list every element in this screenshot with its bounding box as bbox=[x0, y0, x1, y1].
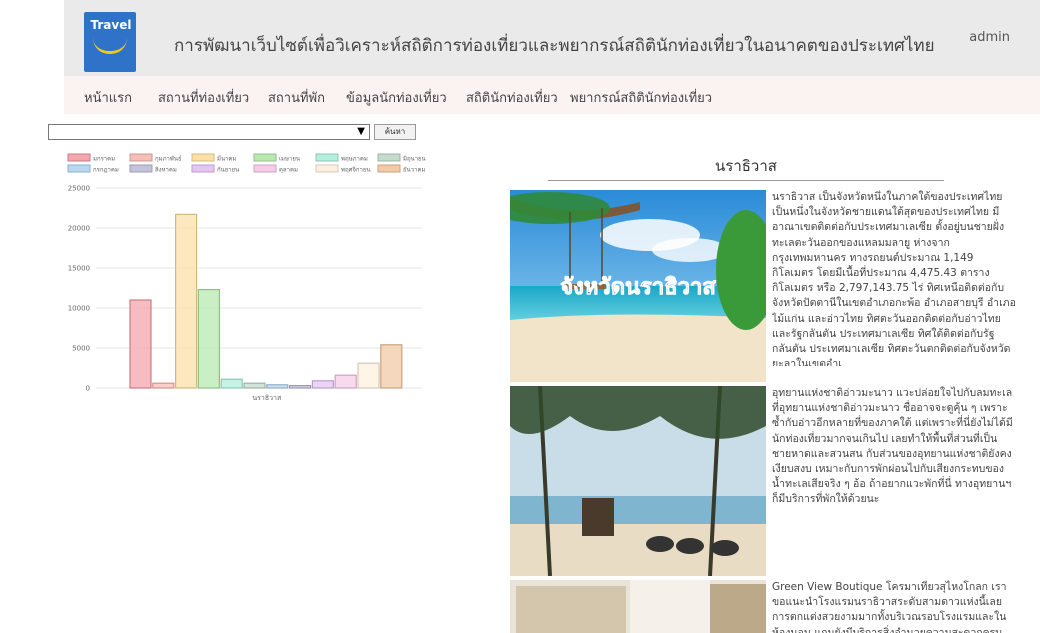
legend-label[interactable]: เมษายน bbox=[279, 156, 300, 163]
legend-label[interactable]: สิงหาคม bbox=[155, 167, 177, 174]
bar-12[interactable] bbox=[380, 344, 403, 389]
bar-3[interactable] bbox=[174, 213, 198, 389]
user-menu[interactable]: admin bbox=[969, 30, 1010, 45]
bar-11[interactable] bbox=[357, 362, 380, 389]
legend-label[interactable]: พฤษภาคม bbox=[341, 156, 368, 163]
title-divider bbox=[548, 180, 944, 181]
legend-label[interactable]: กุมภาพันธ์ bbox=[155, 155, 182, 163]
legend-swatch[interactable] bbox=[191, 164, 215, 173]
travel-logo[interactable]: Travel bbox=[84, 12, 136, 72]
hotel-image bbox=[510, 580, 766, 633]
main-nav: หน้าแรก สถานที่ท่องเที่ยว สถานที่พัก ข้อ… bbox=[64, 76, 1040, 114]
legend-label[interactable]: กรกฎาคม bbox=[93, 167, 119, 174]
bar-2[interactable] bbox=[152, 382, 175, 389]
image-caption: จังหวัดนราธิวาส bbox=[560, 275, 716, 300]
legend-swatch[interactable] bbox=[67, 153, 91, 162]
legend-label[interactable]: ตุลาคม bbox=[279, 167, 298, 174]
y-tick-label: 5000 bbox=[72, 345, 90, 353]
legend-swatch[interactable] bbox=[377, 153, 401, 162]
park-image bbox=[510, 386, 766, 576]
logo-swoosh-icon bbox=[93, 38, 127, 54]
nav-accommodation[interactable]: สถานที่พัก bbox=[268, 87, 325, 108]
bar-8[interactable] bbox=[289, 385, 312, 389]
search-button[interactable]: ค้นหา bbox=[374, 124, 416, 140]
province-description: นราธิวาส เป็นจังหวัดหนึ่งในภาคใต้ของประเ… bbox=[772, 191, 1016, 366]
logo-text: Travel bbox=[90, 18, 132, 32]
y-tick-label: 0 bbox=[86, 385, 90, 393]
bar-10[interactable] bbox=[334, 374, 357, 389]
legend-label[interactable]: กันยายน bbox=[217, 167, 239, 174]
legend-label[interactable]: พฤศจิกายน bbox=[341, 167, 371, 174]
legend-label[interactable]: มกราคม bbox=[93, 156, 115, 163]
y-tick-label: 15000 bbox=[68, 265, 90, 273]
province-image: จังหวัดนราธิวาส bbox=[510, 190, 766, 382]
nav-attractions[interactable]: สถานที่ท่องเที่ยว bbox=[158, 87, 249, 108]
nav-forecast[interactable]: พยากรณ์สถิตินักท่องเที่ยว bbox=[570, 87, 712, 108]
legend-label[interactable]: มิถุนายน bbox=[403, 156, 426, 163]
header-bar: Travel การพัฒนาเว็บไซต์เพื่อวิเคราะห์สถิ… bbox=[64, 0, 1040, 76]
park-description: อุทยานแห่งชาติอ่าวมะนาว แวะปล่อยใจไปกับล… bbox=[772, 387, 1013, 506]
bar-4[interactable] bbox=[197, 289, 220, 389]
nav-tourist-data[interactable]: ข้อมูลนักท่องเที่ยว bbox=[346, 87, 447, 108]
beach-pines-image bbox=[510, 386, 766, 576]
x-category-label: นราธิวาส bbox=[252, 394, 282, 402]
province-title: นราธิวาส bbox=[715, 157, 777, 175]
y-tick-label: 10000 bbox=[68, 305, 90, 313]
y-tick-label: 20000 bbox=[68, 225, 90, 233]
nav-home[interactable]: หน้าแรก bbox=[84, 87, 132, 108]
bar-5[interactable] bbox=[220, 378, 243, 389]
legend-swatch[interactable] bbox=[253, 164, 277, 173]
legend-swatch[interactable] bbox=[253, 153, 277, 162]
y-tick-label: 25000 bbox=[68, 185, 90, 193]
legend-label[interactable]: มีนาคม bbox=[217, 155, 236, 163]
legend-label[interactable]: ธันวาคม bbox=[403, 167, 426, 174]
bar-chart: มกราคม กุมภาพันธ์ มีนาคม เมษายน พฤษภาคม มิถุน… bbox=[67, 153, 426, 402]
site-title: การพัฒนาเว็บไซต์เพื่อวิเคราะห์สถิติการท่… bbox=[174, 36, 935, 56]
bar-6[interactable] bbox=[243, 382, 266, 389]
bar-1[interactable] bbox=[129, 299, 152, 389]
hotel-room-image bbox=[510, 580, 766, 633]
legend-swatch[interactable] bbox=[129, 164, 153, 173]
beach-swing-image: จังหวัดนราธิวาส bbox=[510, 190, 766, 382]
hotel-description: Green View Boutique โครมาเที่ยวสุไหงโกลก… bbox=[772, 581, 1007, 633]
bar-7[interactable] bbox=[266, 384, 289, 389]
legend-swatch[interactable] bbox=[67, 164, 91, 173]
nav-tourist-stats[interactable]: สถิตินักท่องเที่ยว bbox=[466, 87, 558, 108]
province-select[interactable]: ▼ bbox=[48, 124, 370, 140]
legend-swatch[interactable] bbox=[129, 153, 153, 162]
bar-9[interactable] bbox=[311, 380, 334, 389]
legend-swatch[interactable] bbox=[377, 164, 401, 173]
chevron-down-icon: ▼ bbox=[357, 126, 365, 137]
legend-swatch[interactable] bbox=[315, 164, 339, 173]
legend-swatch[interactable] bbox=[315, 153, 339, 162]
tourist-chart: มกราคม กุมภาพันธ์ มีนาคม เมษายน พฤษภาคม มิถุน… bbox=[48, 148, 426, 408]
legend-swatch[interactable] bbox=[191, 153, 215, 162]
